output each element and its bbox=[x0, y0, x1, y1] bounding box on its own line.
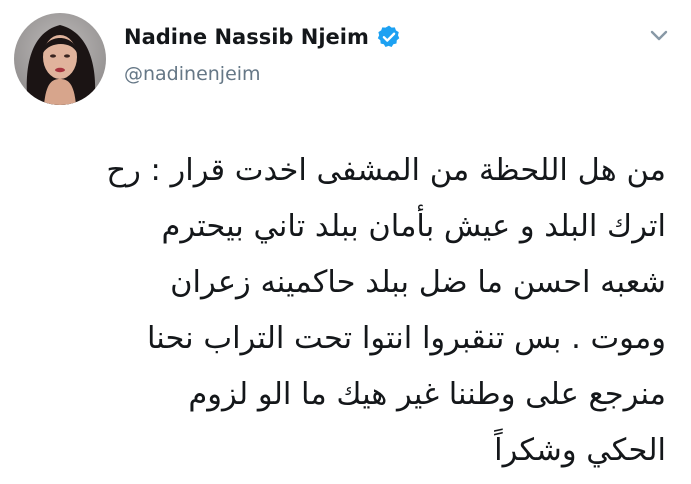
tweet-text: من هل اللحظة من المشفى اخدت قرار : رح ات… bbox=[40, 143, 666, 479]
avatar[interactable] bbox=[14, 13, 106, 105]
user-handle[interactable]: @nadinenjeim bbox=[124, 63, 261, 85]
profile-photo bbox=[14, 13, 106, 105]
author-row: Nadine Nassib Njeim bbox=[124, 24, 402, 50]
tweet-line: وموت . بس تنقبروا انتوا تحت التراب نحنا bbox=[146, 321, 666, 356]
tweet-line: الحكي وشكراً bbox=[494, 433, 666, 468]
display-name[interactable]: Nadine Nassib Njeim bbox=[124, 25, 369, 49]
tweet-line: منرجع على وطننا غير هيك ما الو لزوم bbox=[188, 377, 666, 412]
tweet-line: شعبه احسن ما ضل ببلد حاكمينه زعران bbox=[170, 265, 666, 300]
tweet-line: اترك البلد و عيش بأمان ببلد تاني بيحترم bbox=[161, 209, 667, 244]
tweet-line: من هل اللحظة من المشفى اخدت قرار : رح bbox=[106, 153, 666, 188]
chevron-down-icon[interactable] bbox=[646, 26, 672, 46]
verified-badge-icon bbox=[376, 24, 402, 50]
